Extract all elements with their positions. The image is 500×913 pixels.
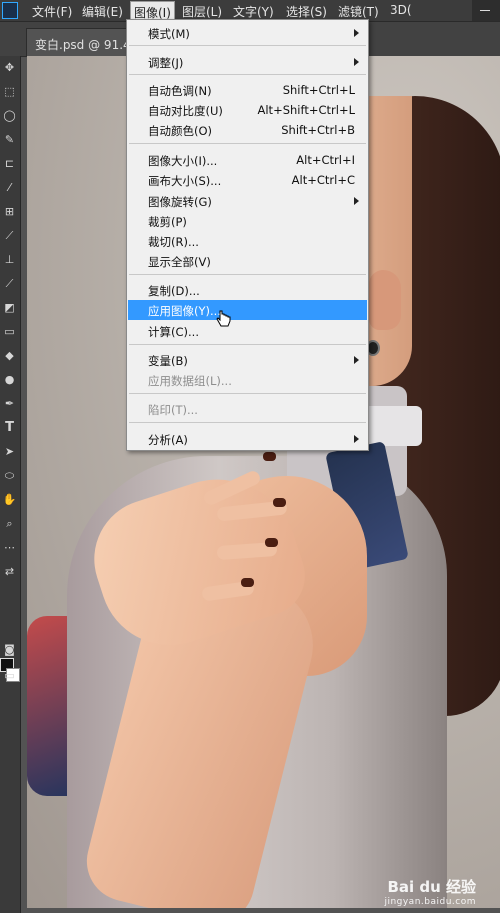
menu-item-label: 分析(A) — [148, 433, 188, 447]
photo-nail — [241, 578, 254, 587]
shape-tool-icon[interactable]: ⬭ — [2, 468, 17, 483]
minimize-icon — [480, 10, 490, 11]
menu-item-auto-tone[interactable]: 自动色调(N) Shift+Ctrl+L — [128, 80, 367, 100]
eyedropper-tool-icon[interactable]: ⁄ — [2, 180, 17, 195]
menu-item-label: 陷印(T)... — [148, 403, 198, 417]
quick-select-tool-icon[interactable]: ✎ — [2, 132, 17, 147]
menu-item-duplicate[interactable]: 复制(D)... — [128, 280, 367, 300]
menu-item-crop[interactable]: 裁剪(P) — [128, 211, 367, 231]
submenu-arrow-icon — [354, 356, 359, 364]
menu-item-label: 图像旋转(G) — [148, 195, 212, 209]
dodge-tool-icon[interactable]: ● — [2, 372, 17, 387]
clone-stamp-tool-icon[interactable]: ⊥ — [2, 252, 17, 267]
photo-nail — [265, 538, 278, 547]
baidu-url: jingyan.baidu.com — [384, 897, 476, 907]
menu-type[interactable]: 文字(Y) — [233, 3, 274, 20]
brush-tool-icon[interactable]: ⟋ — [2, 228, 17, 243]
menu-item-shortcut: Alt+Ctrl+C — [291, 173, 355, 187]
crop-tool-icon[interactable]: ⊏ — [2, 156, 17, 171]
submenu-arrow-icon — [354, 197, 359, 205]
image-menu-dropdown: 模式(M) 调整(J) 自动色调(N) Shift+Ctrl+L 自动对比度(U… — [126, 19, 369, 451]
menu-item-apply-data-set: 应用数据组(L)... — [128, 370, 367, 390]
minimize-button[interactable] — [472, 0, 500, 21]
menu-item-adjustments[interactable]: 调整(J) — [128, 52, 367, 72]
quick-mask-icon[interactable]: ◙ — [2, 642, 17, 657]
menu-item-variables[interactable]: 变量(B) — [128, 350, 367, 370]
menu-file[interactable]: 文件(F) — [32, 3, 72, 20]
menu-edit[interactable]: 编辑(E) — [82, 3, 123, 20]
photo-nail — [263, 452, 276, 461]
menu-item-label: 显示全部(V) — [148, 255, 211, 269]
menu-separator — [129, 74, 366, 75]
marquee-tool-icon[interactable]: ⬚ — [2, 84, 17, 99]
menu-select[interactable]: 选择(S) — [286, 3, 327, 20]
pen-tool-icon[interactable]: ✒ — [2, 396, 17, 411]
menu-item-reveal-all[interactable]: 显示全部(V) — [128, 251, 367, 271]
menu-item-shortcut: Shift+Ctrl+L — [282, 83, 355, 97]
move-tool-icon[interactable]: ✥ — [2, 60, 17, 75]
menu-item-label: 自动颜色(O) — [148, 124, 213, 138]
menu-item-label: 自动对比度(U) — [148, 104, 223, 118]
menu-item-label: 模式(M) — [148, 27, 190, 41]
menu-item-shortcut: Shift+Ctrl+B — [281, 123, 355, 137]
menu-separator — [129, 344, 366, 345]
menu-item-apply-image[interactable]: 应用图像(Y)... — [128, 300, 367, 320]
menu-item-shortcut: Alt+Shift+Ctrl+L — [257, 103, 356, 117]
lasso-tool-icon[interactable]: ◯ — [2, 108, 17, 123]
menu-item-label: 自动色调(N) — [148, 84, 212, 98]
healing-brush-tool-icon[interactable]: ⊞ — [2, 204, 17, 219]
menu-separator — [129, 422, 366, 423]
history-brush-tool-icon[interactable]: ⟋ — [2, 276, 17, 291]
menu-separator — [129, 393, 366, 394]
submenu-arrow-icon — [354, 29, 359, 37]
menu-item-image-rotation[interactable]: 图像旋转(G) — [128, 191, 367, 211]
menu-separator — [129, 45, 366, 46]
menu-separator — [129, 274, 366, 275]
hand-tool-icon[interactable]: ✋ — [2, 492, 17, 507]
menu-item-analysis[interactable]: 分析(A) — [128, 429, 367, 449]
menu-item-mode[interactable]: 模式(M) — [128, 23, 367, 43]
document-tab[interactable]: 变白.psd @ 91.4% — [26, 28, 142, 56]
menu-item-label: 计算(C)... — [148, 325, 199, 339]
menu-layer[interactable]: 图层(L) — [182, 3, 222, 20]
menu-3d[interactable]: 3D( — [390, 3, 412, 17]
swap-colors-icon[interactable]: ⇄ — [2, 564, 17, 579]
menu-separator — [129, 143, 366, 144]
screen-mode-icon[interactable]: ▭ — [2, 668, 17, 683]
photoshop-logo-icon — [2, 2, 18, 19]
menu-item-label: 应用数据组(L)... — [148, 374, 232, 388]
hand-cursor-icon — [216, 310, 231, 327]
gradient-tool-icon[interactable]: ▭ — [2, 324, 17, 339]
zoom-tool-icon[interactable]: ⌕ — [2, 516, 17, 531]
menu-item-trap: 陷印(T)... — [128, 399, 367, 419]
blur-tool-icon[interactable]: ◆ — [2, 348, 17, 363]
photo-ear — [369, 270, 401, 330]
menu-item-canvas-size[interactable]: 画布大小(S)... Alt+Ctrl+C — [128, 170, 367, 190]
path-selection-tool-icon[interactable]: ➤ — [2, 444, 17, 459]
toolbox: ✥ ⬚ ◯ ✎ ⊏ ⁄ ⊞ ⟋ ⊥ ⟋ ◩ ▭ ◆ ● ✒ T ➤ ⬭ ✋ ⌕ … — [0, 56, 21, 913]
menu-item-image-size[interactable]: 图像大小(I)... Alt+Ctrl+I — [128, 150, 367, 170]
menu-item-calculations[interactable]: 计算(C)... — [128, 321, 367, 341]
baidu-watermark: Bai du 经验 jingyan.baidu.com — [384, 876, 476, 907]
submenu-arrow-icon — [354, 58, 359, 66]
menu-item-label: 裁剪(P) — [148, 215, 187, 229]
menu-item-auto-color[interactable]: 自动颜色(O) Shift+Ctrl+B — [128, 120, 367, 140]
menu-item-label: 变量(B) — [148, 354, 188, 368]
menu-item-label: 裁切(R)... — [148, 235, 199, 249]
menu-item-auto-contrast[interactable]: 自动对比度(U) Alt+Shift+Ctrl+L — [128, 100, 367, 120]
menu-item-label: 图像大小(I)... — [148, 154, 218, 168]
photo-nail — [273, 498, 286, 507]
menu-item-trim[interactable]: 裁切(R)... — [128, 231, 367, 251]
type-tool-icon[interactable]: T — [2, 420, 17, 435]
more-tools-icon[interactable]: ⋯ — [2, 540, 17, 555]
menu-item-label: 调整(J) — [148, 56, 184, 70]
menu-item-label: 应用图像(Y)... — [148, 304, 221, 318]
menu-item-label: 复制(D)... — [148, 284, 200, 298]
baidu-logo: Bai du 经验 — [387, 878, 476, 896]
submenu-arrow-icon — [354, 435, 359, 443]
menu-item-shortcut: Alt+Ctrl+I — [296, 153, 355, 167]
eraser-tool-icon[interactable]: ◩ — [2, 300, 17, 315]
menu-item-label: 画布大小(S)... — [148, 174, 222, 188]
menu-filter[interactable]: 滤镜(T) — [338, 3, 379, 20]
